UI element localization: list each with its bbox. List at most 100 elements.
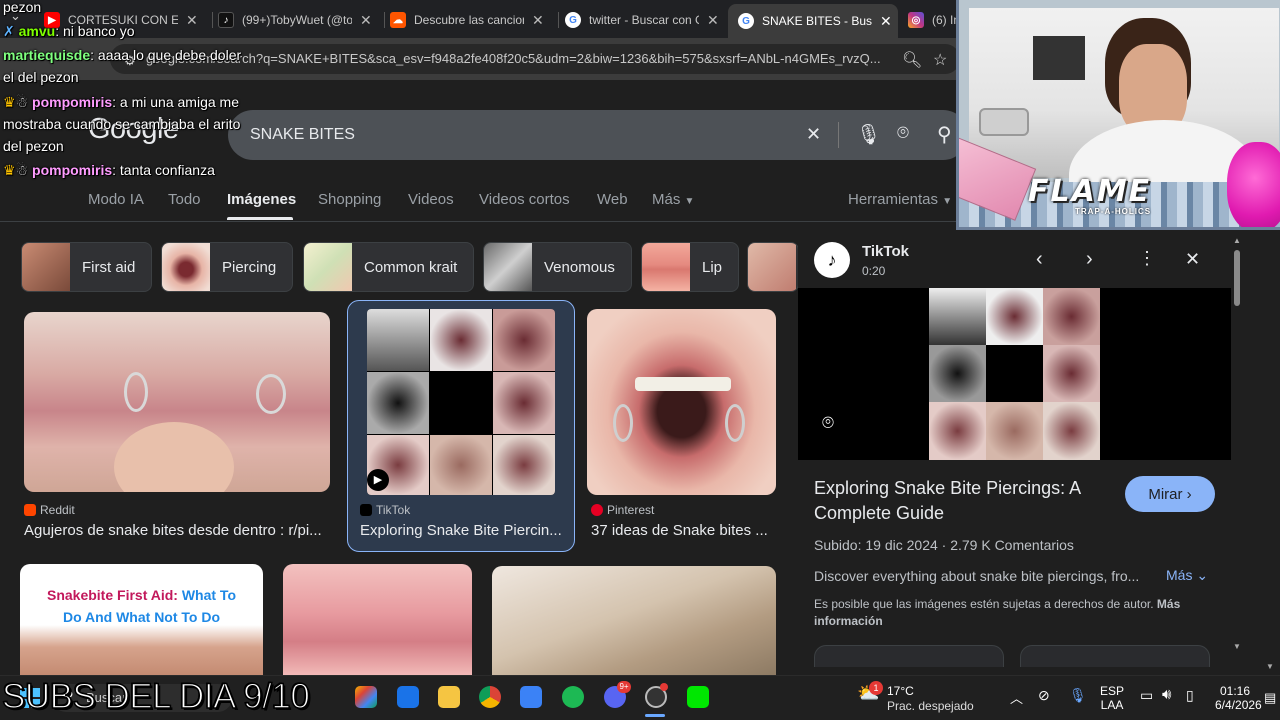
microsoft-store-icon[interactable] <box>520 686 542 708</box>
result-source-pinterest: Pinterest <box>591 503 654 517</box>
collage-tile <box>1043 402 1100 460</box>
collage-tile <box>929 345 986 402</box>
tab-tiktok[interactable]: ♪ (99+)TobyWuet (@to ✕ <box>218 6 378 34</box>
bookmark-star-icon[interactable]: ☆ <box>933 50 947 70</box>
lang-layout: LAA <box>1100 698 1124 712</box>
nav-imagenes[interactable]: Imágenes <box>227 191 296 208</box>
chat-message: mostraba cuando se cambiaba el arito <box>3 113 240 135</box>
nav-videos[interactable]: Videos <box>408 191 454 208</box>
chevron-right-icon: › <box>1186 485 1192 503</box>
tab-snake-bites[interactable]: G SNAKE BITES - Busca ✕ <box>728 4 898 38</box>
result-image-lips[interactable] <box>283 564 472 675</box>
close-icon[interactable]: ✕ <box>532 12 544 29</box>
panel-title[interactable]: Exploring Snake Bite Piercings: A Comple… <box>814 476 1114 526</box>
collage-tile <box>1043 345 1100 402</box>
clear-search-icon[interactable]: ✕ <box>806 124 821 145</box>
url-text[interactable]: google.com/search?q=SNAKE+BITES&sca_esv=… <box>146 51 896 66</box>
nav-videos-cortos[interactable]: Videos cortos <box>479 191 570 208</box>
caret-down-icon: ▼ <box>942 196 953 207</box>
weather-desc[interactable]: Prac. despejado <box>887 699 974 713</box>
google-icon: G <box>738 13 754 29</box>
chat-message: ♛☃ pompomiris: a mi una amiga me <box>3 91 239 113</box>
chip-label: Venomous <box>544 258 615 276</box>
lens-search-icon[interactable]: ⌾ <box>897 122 909 145</box>
nav-web[interactable]: Web <box>597 191 628 208</box>
scroll-down-icon[interactable]: ▼ <box>1266 662 1274 671</box>
close-icon[interactable]: ✕ <box>360 12 372 29</box>
panel-scrollbar[interactable] <box>1234 250 1240 306</box>
language-indicator[interactable]: ESP LAA <box>1099 684 1125 712</box>
panel-action-button[interactable] <box>1020 645 1210 667</box>
chip-piercing[interactable]: Piercing <box>161 242 294 292</box>
result-image-first-aid[interactable]: Snakebite First Aid: What To Do And What… <box>20 564 263 675</box>
notification-badge: 9+ <box>617 681 631 693</box>
chat-message: martiequisde: aaaa lo que debe doler <box>3 44 241 66</box>
chat-user: pompomiris <box>32 162 113 178</box>
copilot-icon[interactable] <box>355 686 377 708</box>
result-title-tiktok[interactable]: Exploring Snake Bite Piercin... <box>360 522 565 539</box>
close-icon[interactable]: ✕ <box>186 12 198 29</box>
next-icon[interactable]: › <box>1086 248 1093 271</box>
chat-user: amvu <box>18 23 56 39</box>
nav-modo-ia[interactable]: Modo IA <box>88 191 144 208</box>
result-image-reddit[interactable] <box>24 312 330 492</box>
tray-expand-icon[interactable]: ︿ <box>1010 688 1023 707</box>
chip-lip[interactable]: Lip <box>641 242 740 292</box>
more-label: Más <box>1166 567 1193 583</box>
zoom-icon[interactable]: 🔍︎ <box>902 50 922 70</box>
nav-shopping[interactable]: Shopping <box>318 191 381 208</box>
chip-first-aid[interactable]: First aid <box>21 242 153 292</box>
weather-temp[interactable]: 17°C <box>887 684 914 698</box>
spotify-icon[interactable] <box>562 686 584 708</box>
scroll-down-icon[interactable]: ▼ <box>1233 642 1241 651</box>
close-icon[interactable]: ✕ <box>880 13 892 30</box>
tab-soundcloud[interactable]: ☁ Descubre las cancione ✕ <box>390 6 555 34</box>
tools-button[interactable]: Herramientas ▼ <box>848 191 952 208</box>
kick-icon[interactable] <box>687 686 709 708</box>
outlook-icon[interactable] <box>397 686 419 708</box>
page-scrollbar[interactable] <box>1262 222 1276 677</box>
more-options-icon[interactable]: ⋮ <box>1138 248 1156 269</box>
tiktok-icon <box>360 504 372 516</box>
chip-venomous[interactable]: Venomous <box>483 242 632 292</box>
screen: ⌄ ▶ CORTESUKI CON EL C ✕ ♪ (99+)TobyWuet… <box>0 0 1280 720</box>
file-explorer-icon[interactable] <box>438 686 460 708</box>
tab-twitter-search[interactable]: G twitter - Buscar con G ✕ <box>565 6 725 34</box>
lens-search-icon[interactable]: ⌾ <box>822 412 834 435</box>
network-off-icon[interactable]: ⊘ <box>1038 687 1050 704</box>
collage-tile <box>929 288 986 345</box>
tab-divider <box>558 12 559 28</box>
display-icon[interactable]: ▭ <box>1140 687 1153 704</box>
nav-mas[interactable]: Más ▼ <box>652 191 694 208</box>
close-icon[interactable]: ✕ <box>707 12 719 29</box>
result-title-reddit[interactable]: Agujeros de snake bites desde dentro : r… <box>24 522 329 539</box>
voice-search-icon[interactable]: 🎙︎ <box>856 122 881 147</box>
close-panel-icon[interactable]: ✕ <box>1185 249 1200 270</box>
volume-icon[interactable]: 🔊︎ <box>1162 686 1171 703</box>
battery-icon[interactable]: ▯ <box>1186 687 1194 704</box>
panel-source[interactable]: TikTok <box>862 243 909 260</box>
search-icon[interactable]: ⚲ <box>937 122 952 147</box>
scroll-up-icon[interactable]: ▲ <box>1233 236 1241 245</box>
chrome-icon[interactable] <box>479 686 501 708</box>
microphone-icon[interactable]: 🎙︎ <box>1069 687 1087 704</box>
tab-instagram[interactable]: ◎ (6) In <box>908 6 958 34</box>
previous-icon[interactable]: ‹ <box>1036 248 1043 271</box>
chat-user: pompomiris <box>32 94 113 110</box>
chip-common-krait[interactable]: Common krait <box>303 242 475 292</box>
chip-partial[interactable] <box>747 242 799 292</box>
result-title-pinterest[interactable]: 37 ideas de Snake bites ... <box>591 522 776 539</box>
result-image-pinterest[interactable] <box>587 309 776 495</box>
notifications-icon[interactable]: ▤ <box>1264 690 1276 706</box>
panel-action-button[interactable] <box>814 645 1004 667</box>
clock[interactable]: 01:16 6/4/2026 <box>1215 684 1262 712</box>
subs-overlay-text: SUBS DEL DIA 9/10 <box>1 676 310 717</box>
nav-todo[interactable]: Todo <box>168 191 201 208</box>
more-description-button[interactable]: Más ⌄ <box>1166 567 1208 584</box>
result-image-tiktok[interactable]: ▶ <box>367 309 555 495</box>
watch-button[interactable]: Mirar › <box>1125 476 1215 512</box>
result-source-tiktok: TikTok <box>360 503 410 517</box>
result-image-arm[interactable] <box>492 566 776 675</box>
search-input[interactable]: SNAKE BITES <box>250 126 355 144</box>
panel-preview-image[interactable]: ⌾ <box>798 288 1231 460</box>
